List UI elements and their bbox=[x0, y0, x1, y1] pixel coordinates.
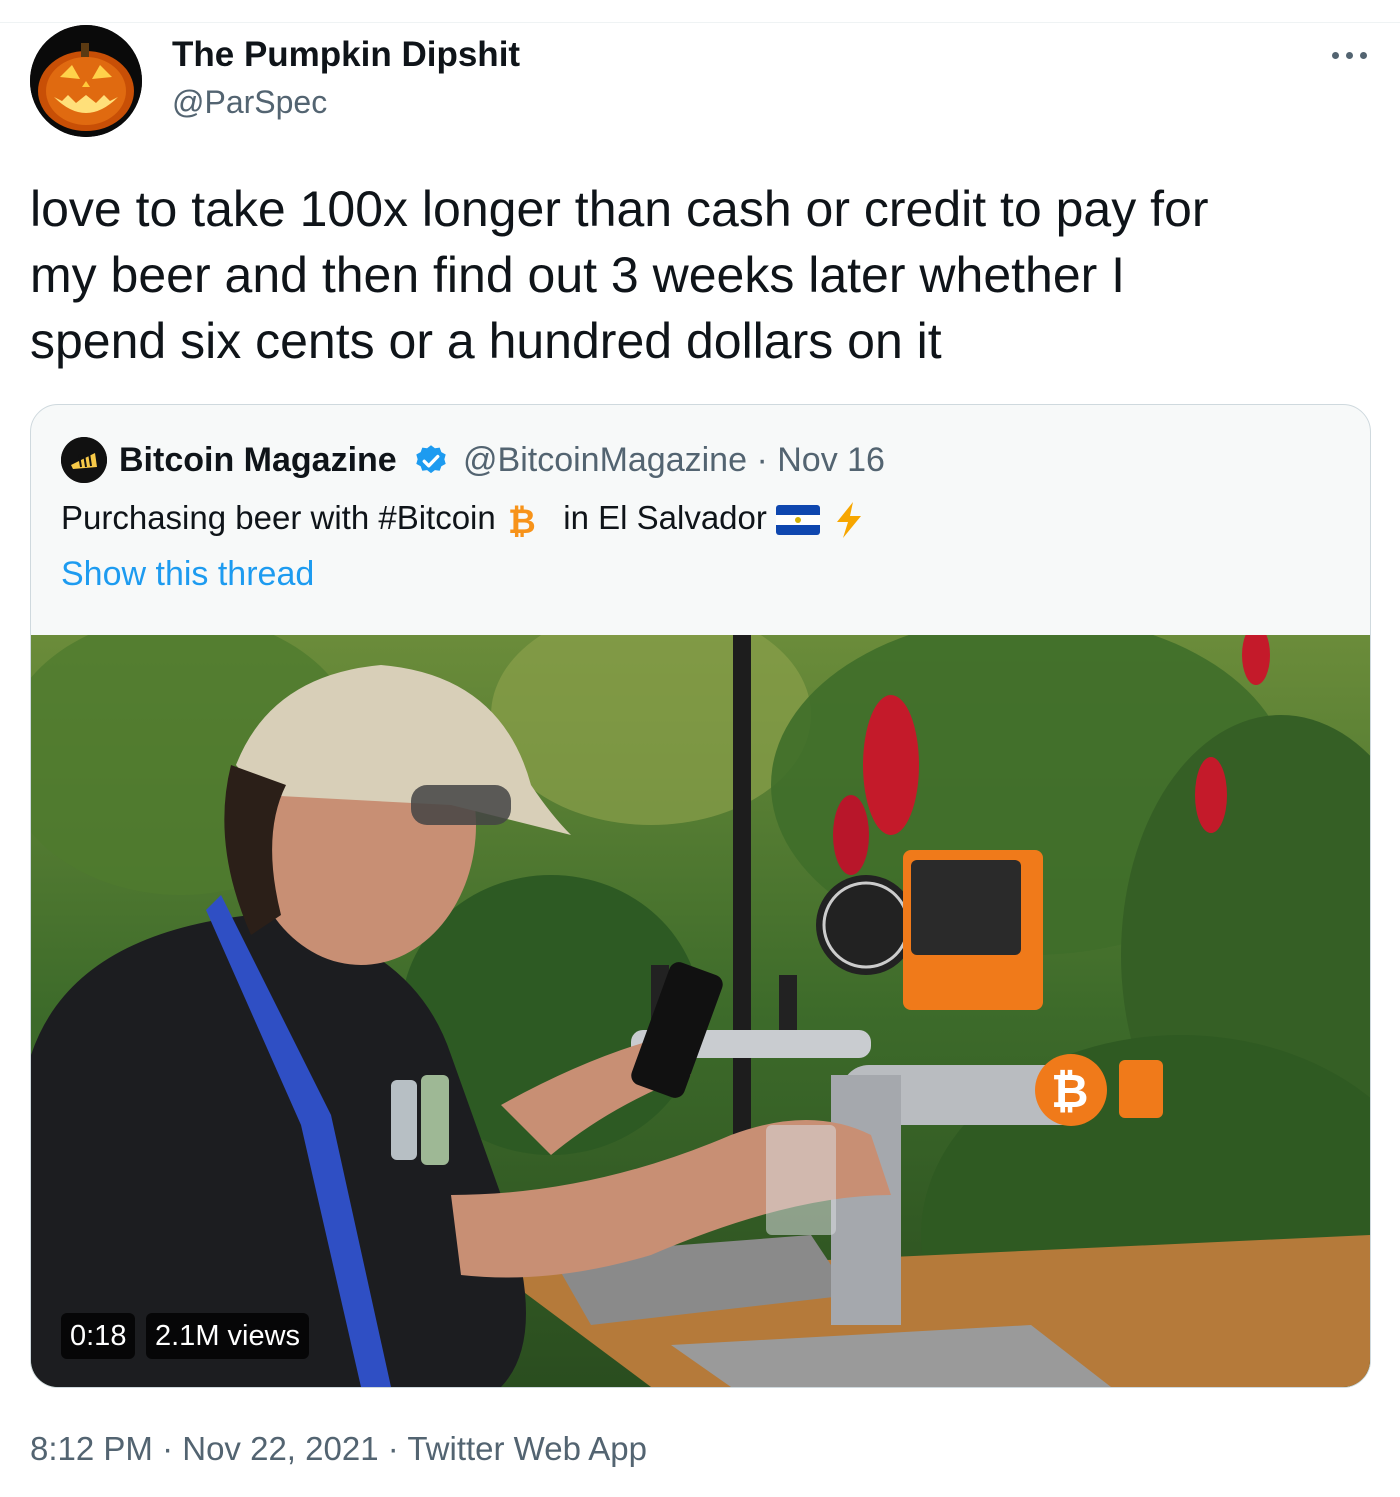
verified-badge-icon bbox=[416, 445, 446, 474]
video-thumbnail[interactable]: ₿ bbox=[31, 605, 1370, 1387]
quoted-author-handle[interactable]: @BitcoinMagazine bbox=[463, 441, 747, 479]
quoted-text-part-2: in El Salvador bbox=[563, 499, 767, 536]
quoted-text-part-1: Purchasing beer with #Bitcoin bbox=[61, 499, 496, 536]
more-options-button[interactable] bbox=[1322, 30, 1378, 78]
author-name[interactable]: The Pumpkin Dipshit bbox=[172, 34, 520, 76]
pumpkin-avatar bbox=[30, 25, 142, 137]
meta-separator-2: · bbox=[387, 1430, 399, 1467]
quoted-tweet-text: Purchasing beer with #Bitcoin ₿ in El Sa… bbox=[61, 497, 869, 540]
tweet-metadata: 8:12 PM · Nov 22, 2021 · Twitter Web App bbox=[30, 1428, 647, 1470]
el-salvador-flag-icon bbox=[776, 505, 821, 536]
tweet-date[interactable]: Nov 22, 2021 bbox=[182, 1430, 378, 1467]
bitcoin-magazine-logo[interactable] bbox=[61, 437, 107, 483]
show-thread-link[interactable]: Show this thread bbox=[61, 553, 314, 595]
tweet-source-link[interactable]: Twitter Web App bbox=[407, 1430, 647, 1467]
tweet-text-line-1: love to take 100x longer than cash or cr… bbox=[30, 181, 1209, 237]
bitcoin-icon: ₿ bbox=[508, 502, 536, 540]
video-views-badge: 2.1M views bbox=[146, 1313, 310, 1359]
author-avatar[interactable] bbox=[30, 25, 142, 137]
video-duration-badge: 0:18 bbox=[61, 1313, 136, 1359]
lightning-icon bbox=[837, 502, 862, 539]
top-divider bbox=[0, 22, 1400, 23]
tweet-time[interactable]: 8:12 PM bbox=[30, 1430, 153, 1467]
quoted-date[interactable]: Nov 16 bbox=[777, 441, 885, 479]
svg-text:₿: ₿ bbox=[1051, 1064, 1089, 1118]
separator-dot: · bbox=[756, 441, 768, 479]
quoted-tweet-card[interactable]: Bitcoin Magazine @BitcoinMagazine · Nov … bbox=[30, 404, 1371, 1388]
svg-text:₿: ₿ bbox=[508, 502, 536, 540]
tweet-text-line-3: spend six cents or a hundred dollars on … bbox=[30, 313, 942, 369]
quoted-author-name[interactable]: Bitcoin Magazine bbox=[119, 439, 397, 481]
tweet-text: love to take 100x longer than cash or cr… bbox=[30, 176, 1370, 374]
quoted-handle-date: @BitcoinMagazine · Nov 16 bbox=[463, 439, 885, 481]
author-handle[interactable]: @ParSpec bbox=[172, 82, 327, 122]
meta-separator-1: · bbox=[162, 1430, 174, 1467]
tweet-text-line-2: my beer and then find out 3 weeks later … bbox=[30, 247, 1126, 303]
video-frame-image: ₿ bbox=[31, 605, 1370, 1387]
